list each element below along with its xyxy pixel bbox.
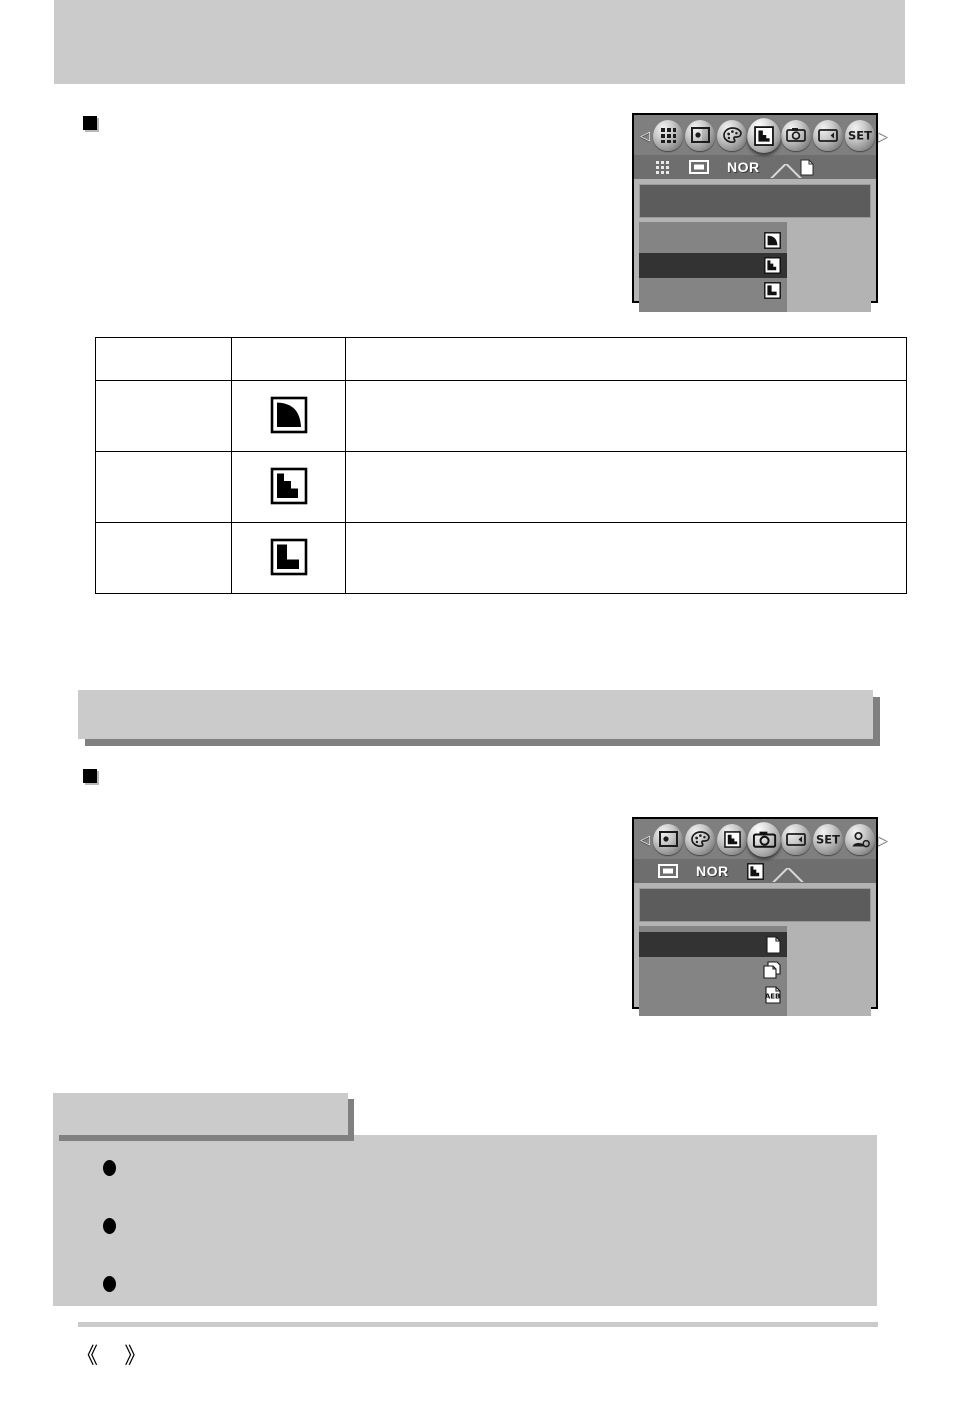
svg-text:SET: SET — [816, 832, 840, 846]
information-tab — [53, 1093, 348, 1135]
page-header — [54, 0, 905, 84]
tab-scroll-right-icon[interactable]: ▷ — [876, 129, 890, 142]
information-item — [103, 1275, 130, 1292]
svg-text:AEB: AEB — [765, 992, 780, 1000]
dot-bullet-icon — [103, 1276, 116, 1292]
tab-lcd-display-icon[interactable] — [813, 119, 843, 151]
sharpness-table — [95, 337, 907, 594]
aeb-icon: AEB — [765, 985, 781, 1004]
section-bullet-shooting — [83, 769, 97, 783]
table-header-icon — [231, 337, 346, 381]
lcd-sub-tab-bar: NOR — [634, 155, 876, 179]
lcd-option-sharpness-normal[interactable] — [639, 253, 787, 278]
lcd-option-single-shot[interactable] — [639, 932, 787, 957]
dot-bullet-icon — [103, 1160, 116, 1176]
lcd-title-band — [639, 184, 871, 218]
subtab-quality-label[interactable]: NOR — [727, 157, 760, 177]
sharpness-soft-icon — [764, 232, 781, 249]
sharpness-normal-icon — [269, 466, 308, 505]
continuous-shot-icon — [763, 960, 781, 979]
footer-page-number: 《 》 — [76, 1343, 149, 1368]
lcd-tab-bar: ◁ SET ▷ — [634, 115, 888, 155]
section-header-bar — [78, 690, 873, 739]
table-cell-mode — [95, 522, 232, 594]
table-cell-description — [345, 451, 907, 523]
tab-image-size-icon[interactable] — [685, 119, 715, 151]
subtab-dotted-grid-icon[interactable] — [656, 157, 671, 177]
tab-sharpness-icon[interactable] — [747, 117, 781, 153]
table-header-mode — [95, 337, 232, 381]
sharpness-soft-icon — [269, 395, 308, 434]
subtab-image-size-icon[interactable] — [689, 157, 709, 177]
subtab-quality-label[interactable]: NOR — [696, 861, 729, 881]
lcd-body — [639, 222, 871, 312]
lcd-title-band — [639, 888, 871, 922]
dot-bullet-icon — [103, 1218, 116, 1234]
table-cell-icon — [231, 522, 346, 594]
tab-palette-effect-icon[interactable] — [717, 119, 747, 151]
subtab-single-page-icon[interactable] — [800, 157, 814, 177]
table-row — [95, 451, 907, 523]
information-item — [103, 1217, 130, 1234]
lcd-option-list: AEB — [639, 926, 787, 1016]
table-header-row — [95, 337, 907, 381]
footer-rule — [78, 1322, 878, 1327]
selected-tab-caret-icon — [771, 868, 805, 882]
subtab-image-size-icon[interactable] — [658, 861, 678, 881]
lcd-sub-tab-bar: NOR — [634, 859, 876, 883]
table-cell-icon — [231, 451, 346, 523]
table-header-description — [345, 337, 907, 381]
lcd-preview-pane — [787, 222, 871, 312]
tab-set-setup-icon[interactable]: SET — [845, 119, 875, 151]
lcd-option-aeb[interactable]: AEB — [639, 982, 787, 1007]
selected-tab-caret-icon — [769, 164, 803, 178]
lcd-option-continuous-shot[interactable] — [639, 957, 787, 982]
tab-camera-shooting-icon[interactable] — [747, 821, 781, 857]
lcd-option-sharpness-vivid[interactable] — [639, 278, 787, 303]
tab-scroll-right-icon[interactable]: ▷ — [876, 833, 890, 846]
svg-text:SET: SET — [848, 128, 872, 142]
table-cell-mode — [95, 380, 232, 452]
lcd-body: AEB — [639, 926, 871, 1016]
sharpness-normal-icon — [764, 257, 781, 274]
tab-camera-shooting-icon[interactable] — [781, 119, 811, 151]
tab-sharpness-icon[interactable] — [717, 823, 747, 855]
tab-scroll-left-icon[interactable]: ◁ — [638, 833, 652, 846]
tab-image-size-icon[interactable] — [653, 823, 683, 855]
tab-lcd-display-icon[interactable] — [781, 823, 811, 855]
table-cell-description — [345, 380, 907, 452]
information-item — [103, 1159, 130, 1176]
section-bullet-sharpness — [83, 116, 97, 130]
lcd-shooting-mode-menu: ◁ SET ▷ NOR AEB — [632, 817, 888, 1016]
lcd-sharpness-menu: ◁ SET ▷ NOR — [632, 113, 888, 312]
table-cell-mode — [95, 451, 232, 523]
tab-user-profile-icon[interactable] — [845, 823, 875, 855]
table-cell-icon — [231, 380, 346, 452]
tab-set-setup-icon[interactable]: SET — [813, 823, 843, 855]
tab-grid-thumbnail-icon[interactable] — [653, 119, 683, 151]
table-cell-description — [345, 522, 907, 594]
sharpness-vivid-icon — [269, 537, 308, 576]
table-row — [95, 380, 907, 452]
single-shot-icon — [766, 935, 781, 954]
lcd-option-list — [639, 222, 787, 312]
tab-palette-effect-icon[interactable] — [685, 823, 715, 855]
lcd-tab-bar: ◁ SET ▷ — [634, 819, 888, 859]
information-box — [53, 1135, 877, 1306]
tab-scroll-left-icon[interactable]: ◁ — [638, 129, 652, 142]
table-row — [95, 522, 907, 594]
lcd-option-sharpness-soft[interactable] — [639, 228, 787, 253]
lcd-preview-pane — [787, 926, 871, 1016]
subtab-sharpness-icon[interactable] — [746, 861, 764, 881]
sharpness-vivid-icon — [764, 282, 781, 299]
